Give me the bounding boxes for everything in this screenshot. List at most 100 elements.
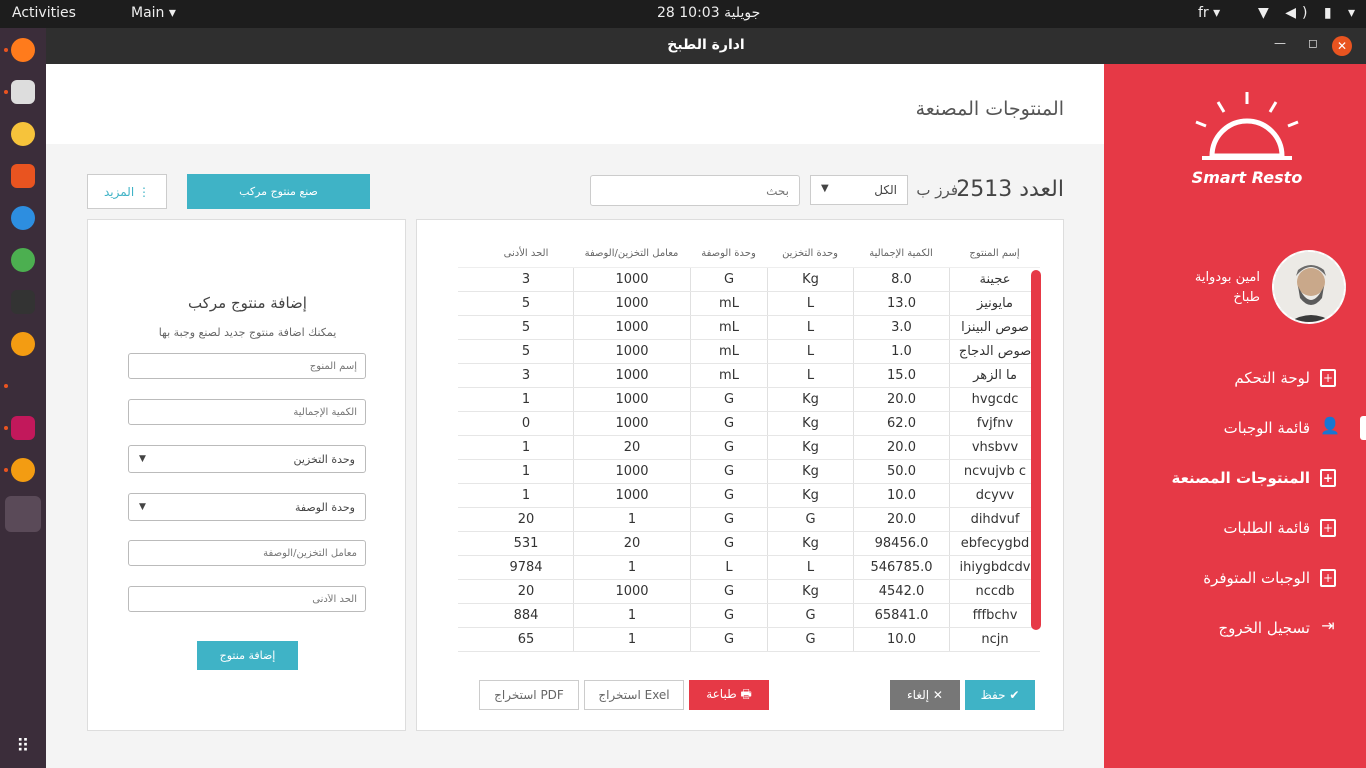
activities-button[interactable]: Activities <box>12 5 76 21</box>
clock[interactable]: 28 جويلية 10:03 <box>657 5 760 21</box>
sidebar: Smart Resto امين بودواية طباخ لوحة التحك… <box>1104 64 1366 768</box>
table-cell: 15.0 <box>853 364 949 387</box>
nav-available-meals-label: الوجبات المتوفرة <box>1203 569 1310 587</box>
table-cell: 1000 <box>573 484 690 507</box>
main-menu[interactable]: Main ▾ <box>131 5 176 21</box>
app-icon[interactable] <box>11 458 35 482</box>
table-row[interactable]: ما الزهر 15.0 LmL 1000 3 <box>458 364 1040 388</box>
nav-orders-list[interactable]: قائمة الطلبات + <box>1223 516 1336 540</box>
table-row[interactable]: dihdvuf 20.0 G G 1 20 <box>458 508 1040 532</box>
intellij-icon[interactable] <box>11 416 35 440</box>
table-row[interactable]: ncvujvb c 50.0 Kg G 1000 1 <box>458 460 1040 484</box>
terminal-icon[interactable] <box>11 290 35 314</box>
avatar[interactable] <box>1272 250 1346 324</box>
table-scrollbar[interactable] <box>1031 270 1041 630</box>
system-tray[interactable]: ▼ ◀) ▮ ▾ <box>1258 5 1361 21</box>
sort-select[interactable]: الكل ▼ <box>810 175 908 205</box>
chevron-down-icon: ▼ <box>139 454 146 464</box>
table-cell: 1000 <box>573 412 690 435</box>
rhythmbox-icon[interactable] <box>11 122 35 146</box>
table-row[interactable]: صوص الدجاج 1.0 LmL 1000 5 <box>458 340 1040 364</box>
table-cell: Kg <box>767 268 853 291</box>
compose-product-button[interactable]: صنع منتوج مركب <box>187 174 370 209</box>
language-indicator[interactable]: fr ▾ <box>1198 5 1220 21</box>
app-icon[interactable] <box>11 332 35 356</box>
table-cell: 3 <box>521 368 531 383</box>
column-header[interactable]: الحد الأدنى <box>479 240 573 267</box>
table-row[interactable]: vhsbvv 20.0 Kg G 20 1 <box>458 436 1040 460</box>
running-indicator <box>4 426 8 430</box>
chrome-icon[interactable] <box>11 248 35 272</box>
product-name-input[interactable] <box>128 353 366 379</box>
column-header[interactable]: الكمية الإجمالية <box>853 240 949 267</box>
table-row[interactable]: ebfecygbd 98456.0 Kg G 20 531 <box>458 532 1040 556</box>
running-indicator <box>4 90 8 94</box>
table-cell: 62.0 <box>853 412 949 435</box>
save-button[interactable]: حفظ ✔ <box>965 680 1035 710</box>
app-grid-icon[interactable]: ⠿ <box>11 736 35 760</box>
minimum-input[interactable] <box>128 586 366 612</box>
minimize-icon[interactable]: — <box>1274 36 1286 50</box>
table-cell: mL <box>690 316 767 339</box>
active-window-icon[interactable] <box>5 496 41 532</box>
table-row[interactable]: ncjn 10.0 G G 1 65 <box>458 628 1040 652</box>
table-row[interactable]: nccdb 4542.0 Kg G 1000 20 <box>458 580 1040 604</box>
table-cell: 546785.0 <box>853 556 949 579</box>
software-icon[interactable] <box>11 164 35 188</box>
table-row[interactable]: صوص البينزا 3.0 LmL 1000 5 <box>458 316 1040 340</box>
firefox-icon[interactable] <box>11 38 35 62</box>
table-cell: G <box>690 460 767 483</box>
export-pdf-button[interactable]: استخراج PDF <box>479 680 579 710</box>
storage-unit-select[interactable]: وحدة التخزين ▼ <box>128 445 366 473</box>
table-row[interactable]: مايونيز 13.0 LmL 1000 5 <box>458 292 1040 316</box>
table-cell: Kg <box>767 532 853 555</box>
more-button[interactable]: المزيد ⋮ <box>87 174 167 209</box>
close-icon[interactable]: ✕ <box>1332 36 1352 56</box>
files-icon[interactable] <box>11 80 35 104</box>
help-icon[interactable] <box>11 206 35 230</box>
table-cell: 5 <box>521 320 531 335</box>
maximize-icon[interactable]: ◻ <box>1308 36 1318 50</box>
total-quantity-input[interactable] <box>128 399 366 425</box>
table-row[interactable]: dcyvv 10.0 Kg G 1000 1 <box>458 484 1040 508</box>
table-cell: fvjfnv <box>949 412 1040 435</box>
nav-dashboard[interactable]: لوحة التحكم + <box>1234 366 1336 390</box>
table-cell: 1000 <box>573 292 690 315</box>
nav-logout[interactable]: تسجيل الخروج ⇥ <box>1218 616 1336 640</box>
sort-label: فرز ب <box>916 181 958 199</box>
table-cell: 1000 <box>573 268 690 291</box>
print-button[interactable]: طباعة 🖶 <box>689 680 769 710</box>
table-cell: 1 <box>521 488 531 503</box>
table-row[interactable]: عجينة 8.0 Kg G 1000 3 <box>458 268 1040 292</box>
nav-orders-list-label: قائمة الطلبات <box>1223 519 1310 537</box>
logo: Smart Resto <box>1182 88 1312 188</box>
recipe-unit-select[interactable]: وحدة الوصفة ▼ <box>128 493 366 521</box>
column-header[interactable]: إسم المنتوج <box>949 240 1040 267</box>
add-product-button[interactable]: إضافة منتوج <box>197 641 298 670</box>
export-excel-button[interactable]: استخراج Exel <box>584 680 684 710</box>
sort-value: الكل <box>874 183 897 197</box>
nav-available-meals[interactable]: الوجبات المتوفرة + <box>1203 566 1336 590</box>
table-cell: مايونيز <box>949 292 1040 315</box>
running-indicator <box>4 384 8 388</box>
table-header: إسم المنتوج الكمية الإجمالية وحدة التخزي… <box>458 240 1040 268</box>
table-row[interactable]: ihiygbdcdv 546785.0 L L 1 9784 <box>458 556 1040 580</box>
table-cell: 1000 <box>573 388 690 411</box>
table-cell: G <box>767 628 853 651</box>
table-row[interactable]: fffbchv 65841.0 G G 1 884 <box>458 604 1040 628</box>
table-cell: ما الزهر <box>949 364 1040 387</box>
nav-manufactured-products[interactable]: المنتوجات المصنعة + <box>1171 466 1336 490</box>
column-header[interactable]: وحدة التخزين <box>767 240 853 267</box>
column-header[interactable]: معامل التخزين/الوصفة <box>573 240 690 267</box>
table-row[interactable]: hvgcdc 20.0 Kg G 1000 1 <box>458 388 1040 412</box>
cancel-button[interactable]: إلغاء ✕ <box>890 680 960 710</box>
table-cell: hvgcdc <box>949 388 1040 411</box>
table-row[interactable]: fvjfnv 62.0 Kg G 1000 0 <box>458 412 1040 436</box>
column-header[interactable]: وحدة الوصفة <box>690 240 767 267</box>
table-cell: L <box>690 556 767 579</box>
nav-meals-list[interactable]: قائمة الوجبات 👤 <box>1224 416 1340 440</box>
table-cell: 8.0 <box>853 268 949 291</box>
table-body: عجينة 8.0 Kg G 1000 3 مايونيز 13.0 LmL 1000 5 صوص ا… <box>458 268 1040 652</box>
factor-input[interactable] <box>128 540 366 566</box>
search-input[interactable] <box>590 175 800 206</box>
